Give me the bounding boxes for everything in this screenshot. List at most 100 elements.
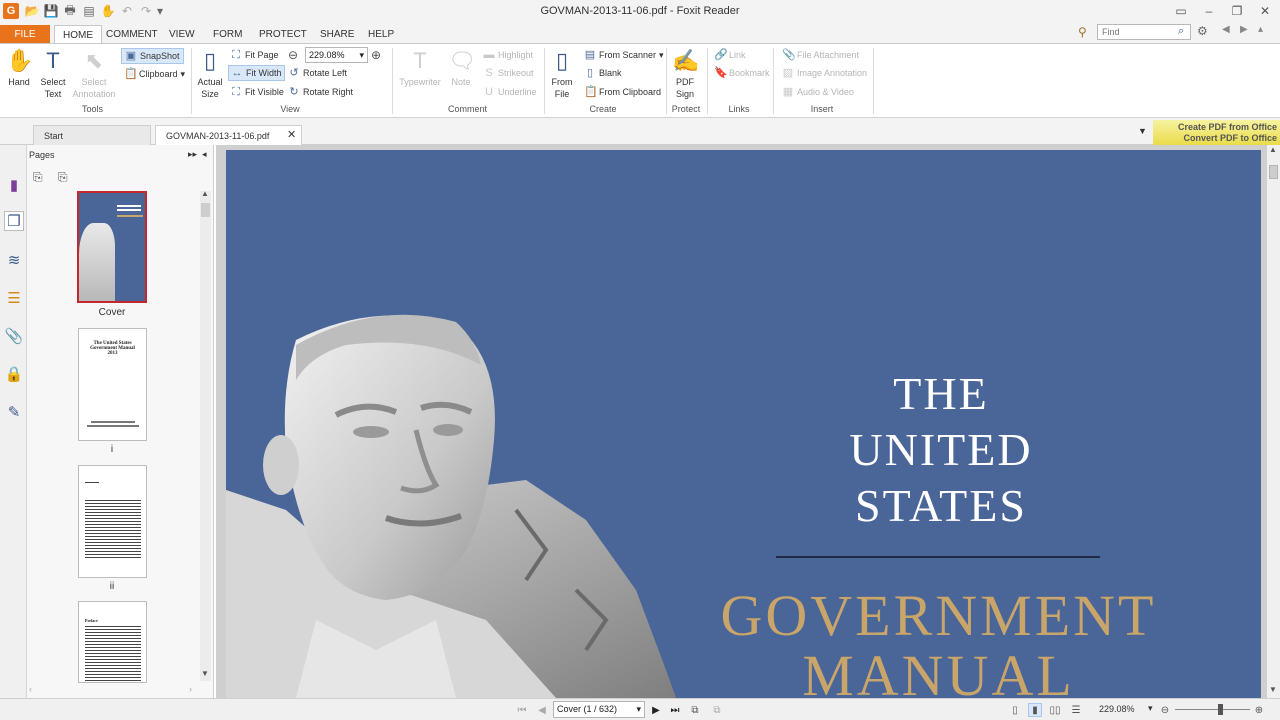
highlight-button[interactable]: ▬ Highlight [483, 47, 534, 63]
zoom-out-icon[interactable]: ⊖ [1158, 703, 1172, 717]
page-icon: ▯ [203, 48, 217, 73]
bookmark-button[interactable]: 🔖 Bookmark [714, 65, 770, 81]
comments-panel-icon[interactable]: ☰ [4, 288, 24, 308]
from-file-button[interactable]: ▯ From File [548, 48, 576, 100]
bookmarks-panel-icon[interactable]: ▮ [4, 175, 24, 195]
scroll-up-icon[interactable]: ▲ [1269, 145, 1277, 154]
fit-page-button[interactable]: ⛶ Fit Page [230, 47, 278, 63]
select-text-button[interactable]: T Select Text [37, 48, 69, 100]
zoom-slider-track[interactable] [1175, 709, 1250, 710]
clipboard-button[interactable]: 📋 Clipboard ▾ [124, 66, 185, 82]
restore-ribbon-icon[interactable]: ▭ [1170, 2, 1192, 20]
continuous-page-icon[interactable]: ▮ [1028, 703, 1042, 717]
search-icon[interactable]: ⌕ [1178, 25, 1184, 38]
find-options-icon[interactable]: ⚲ [1078, 25, 1087, 39]
continuous-facing-icon[interactable]: ☰ [1069, 703, 1083, 717]
menu-share[interactable]: SHARE [312, 25, 362, 43]
attachments-panel-icon[interactable]: 📎 [4, 326, 24, 346]
from-scanner-button[interactable]: ▤ From Scanner ▾ [584, 47, 664, 63]
zoom-select[interactable]: 229.08% ▾ [305, 47, 368, 63]
nav-forward-icon[interactable]: ▶ [1240, 24, 1248, 35]
security-panel-icon[interactable]: 🔒 [4, 364, 24, 384]
menu-help[interactable]: HELP [360, 25, 402, 43]
search-input[interactable] [1097, 24, 1191, 40]
page-thumbnail-cover[interactable] [77, 191, 147, 303]
scroll-thumb[interactable] [201, 203, 210, 217]
file-attachment-button[interactable]: 📎 File Attachment [782, 47, 859, 63]
zoom-in-icon[interactable]: ⊕ [1252, 703, 1266, 717]
zoom-slider-handle[interactable] [1218, 704, 1223, 715]
panel-options-icon[interactable]: ▸▸ [188, 149, 197, 160]
fit-width-button[interactable]: ↔ Fit Width [228, 65, 285, 81]
facing-page-icon[interactable]: ▯▯ [1048, 703, 1062, 717]
collapse-panel-icon[interactable]: ◂ [202, 149, 207, 160]
hscroll-left-icon[interactable]: ‹ [29, 684, 32, 694]
gear-icon[interactable]: ⚙ [1197, 24, 1208, 38]
page-thumbnail[interactable]: Preface [78, 601, 147, 683]
previous-view-icon[interactable]: ⧉ [688, 703, 702, 717]
underline-button[interactable]: U Underline [483, 84, 537, 100]
zoom-level-text[interactable]: 229.08% [1099, 704, 1135, 714]
dropdown-arrow-icon[interactable]: ▾ [1148, 703, 1153, 714]
fit-visible-button[interactable]: ⛶ Fit Visible [230, 84, 284, 100]
document-scrollbar[interactable]: ▲ ▼ [1267, 145, 1280, 698]
thumbnail-options-icon[interactable]: ⎘ [58, 170, 68, 185]
menu-comment[interactable]: COMMENT [98, 25, 166, 43]
menu-file[interactable]: FILE [0, 25, 50, 43]
pdf-sign-button[interactable]: ✍ PDF Sign [670, 48, 700, 100]
blank-button[interactable]: ▯ Blank [584, 65, 622, 81]
from-clipboard-button[interactable]: 📋 From Clipboard [584, 84, 661, 100]
next-page-icon[interactable]: ▶ [649, 703, 663, 717]
pages-panel-icon[interactable]: ❐ [4, 211, 24, 231]
promo-banner[interactable]: Create PDF from Office Convert PDF to Of… [1153, 120, 1280, 145]
page-thumbnail[interactable] [78, 465, 147, 578]
previous-page-icon[interactable]: ◀ [535, 703, 549, 717]
zoom-out-icon[interactable]: ⊖ [288, 48, 298, 62]
tab-list-arrow-icon[interactable]: ▼ [1138, 126, 1147, 136]
tab-document[interactable]: GOVMAN-2013-11-06.pdf [155, 125, 302, 145]
actual-size-button[interactable]: ▯ Actual Size [195, 48, 225, 100]
image-annotation-button[interactable]: ▨ Image Annotation [782, 65, 867, 81]
nav-back-icon[interactable]: ◀ [1222, 24, 1230, 35]
group-label-create: Create [589, 104, 617, 114]
rotate-right-button[interactable]: ↻ Rotate Right [288, 84, 353, 100]
scroll-up-icon[interactable]: ▲ [201, 189, 209, 198]
layers-panel-icon[interactable]: ≋ [4, 250, 24, 270]
menu-protect[interactable]: PROTECT [251, 25, 315, 43]
scroll-down-icon[interactable]: ▼ [1269, 685, 1277, 694]
scroll-down-icon[interactable]: ▼ [201, 669, 209, 678]
page-options-icon[interactable]: ⎘ [33, 170, 43, 185]
minimize-button[interactable]: – [1198, 2, 1220, 20]
single-page-icon[interactable]: ▯ [1008, 703, 1022, 717]
hand-tool-button[interactable]: ✋ Hand [4, 48, 34, 88]
maximize-button[interactable]: ❐ [1226, 2, 1248, 20]
signatures-panel-icon[interactable]: ✎ [4, 402, 24, 422]
close-tab-icon[interactable]: ✕ [287, 128, 296, 141]
scroll-thumb[interactable] [1269, 165, 1278, 179]
note-button[interactable]: 🗨 Note [446, 48, 476, 88]
audio-video-button[interactable]: ▦ Audio & Video [782, 84, 854, 100]
scanner-icon: ▤ [584, 49, 596, 61]
menu-home[interactable]: HOME [54, 25, 102, 44]
zoom-in-icon[interactable]: ⊕ [371, 48, 381, 62]
pages-scrollbar[interactable]: ▲ ▼ [200, 189, 211, 681]
expand-ribbon-icon[interactable]: ▴ [1258, 24, 1263, 35]
first-page-icon[interactable]: ⏮ [515, 703, 529, 717]
link-button[interactable]: 🔗 Link [714, 47, 746, 63]
menu-view[interactable]: VIEW [161, 25, 203, 43]
typewriter-button[interactable]: T Typewriter [397, 48, 443, 88]
rotate-left-button[interactable]: ↺ Rotate Left [288, 65, 347, 81]
menu-form[interactable]: FORM [205, 25, 250, 43]
snapshot-button[interactable]: ▣ SnapShot [121, 48, 184, 64]
page-number-select[interactable]: Cover (1 / 632) ▾ [553, 701, 645, 718]
page-thumbnail[interactable]: The United States Government Manual 2013 [78, 328, 147, 441]
hscroll-right-icon[interactable]: › [189, 684, 192, 694]
pdf-page-cover[interactable]: THE UNITED STATES GOVERNMENT MANUAL [226, 150, 1261, 698]
strikeout-button[interactable]: S Strikeout [483, 65, 533, 81]
select-annotation-button[interactable]: ⬉ Select Annotation [71, 48, 117, 100]
last-page-icon[interactable]: ⏭ [668, 703, 682, 717]
close-button[interactable]: ✕ [1254, 2, 1276, 20]
bookmark-icon: 🔖 [714, 67, 728, 79]
tab-start[interactable]: Start [33, 125, 151, 145]
next-view-icon[interactable]: ⧉ [710, 703, 724, 717]
